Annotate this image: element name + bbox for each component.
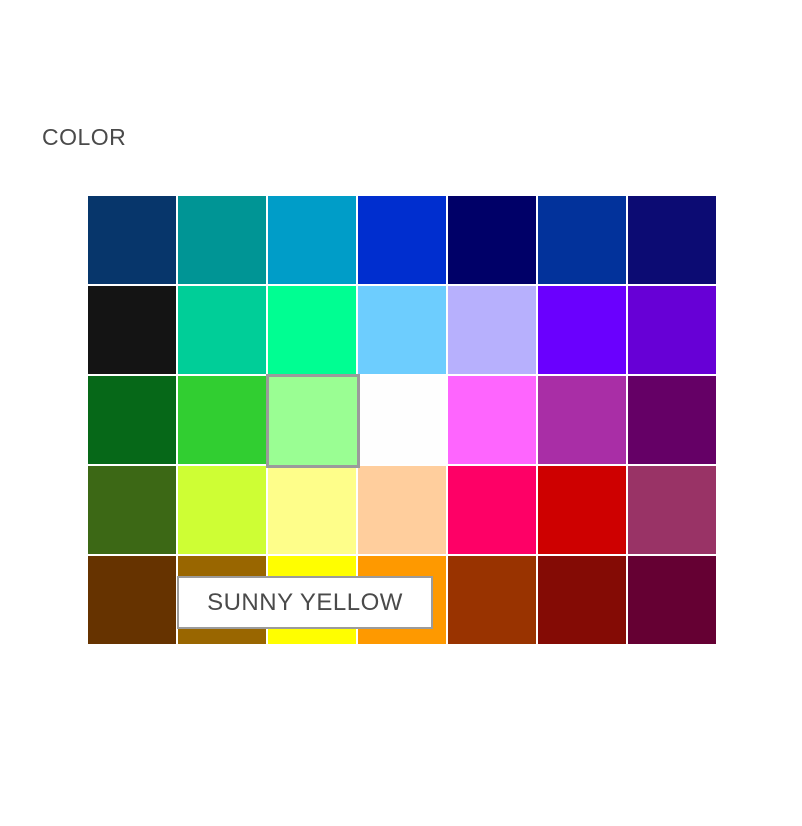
color-swatch[interactable] (628, 196, 716, 284)
color-swatch[interactable] (628, 376, 716, 464)
color-swatch[interactable] (448, 196, 536, 284)
color-swatch[interactable] (88, 466, 176, 554)
color-swatch[interactable] (88, 376, 176, 464)
color-swatch[interactable] (178, 286, 266, 374)
color-swatch[interactable] (178, 196, 266, 284)
color-swatch[interactable] (178, 376, 266, 464)
color-swatch[interactable] (538, 556, 626, 644)
color-swatch[interactable] (628, 286, 716, 374)
color-swatch[interactable] (628, 466, 716, 554)
color-swatch[interactable] (88, 196, 176, 284)
color-swatch[interactable] (538, 196, 626, 284)
color-swatch[interactable] (268, 196, 356, 284)
color-swatch[interactable] (268, 466, 356, 554)
color-swatch[interactable] (268, 286, 356, 374)
color-swatch[interactable] (448, 286, 536, 374)
color-swatch[interactable] (538, 466, 626, 554)
color-swatch[interactable] (448, 466, 536, 554)
color-swatch[interactable] (538, 376, 626, 464)
color-swatch[interactable] (448, 556, 536, 644)
color-swatch[interactable] (538, 286, 626, 374)
color-swatch[interactable] (178, 466, 266, 554)
color-swatch-selected[interactable] (266, 374, 360, 468)
color-swatch[interactable] (358, 196, 446, 284)
color-section-label: COLOR (42, 124, 127, 150)
color-swatch[interactable] (358, 286, 446, 374)
color-swatch[interactable] (88, 286, 176, 374)
color-swatch[interactable] (358, 376, 446, 464)
color-swatch[interactable] (88, 556, 176, 644)
color-swatch[interactable] (358, 466, 446, 554)
color-swatch[interactable] (448, 376, 536, 464)
color-name-tooltip: SUNNY YELLOW (177, 576, 433, 629)
color-swatch[interactable] (628, 556, 716, 644)
